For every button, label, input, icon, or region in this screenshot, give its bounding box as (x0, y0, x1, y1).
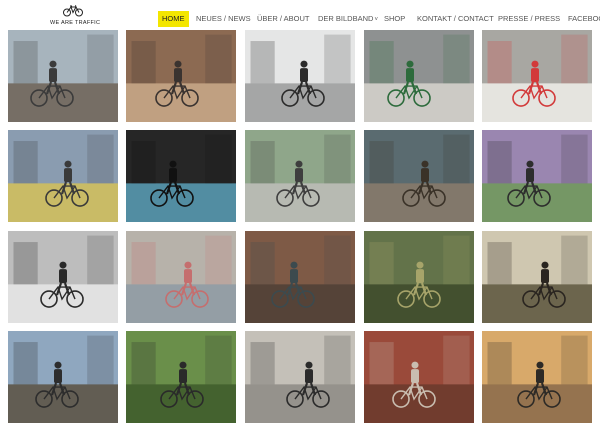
photo-image (126, 30, 236, 122)
photo-image (364, 130, 474, 222)
gallery-photo-rider-on-bridge-stairs[interactable] (126, 30, 236, 122)
gallery-photo-forest-rider-splash[interactable] (364, 231, 474, 323)
gallery-photo-man-lifting-bike-dark[interactable] (126, 130, 236, 222)
gallery-photo-rider-sunlit-room[interactable] (482, 331, 592, 423)
photo-image (126, 130, 236, 222)
photo-image (8, 130, 118, 222)
gallery-photo-rider-sitting-park[interactable] (245, 130, 355, 222)
photo-gallery-grid (0, 0, 600, 423)
gallery-photo-man-sitting-harbor[interactable] (8, 331, 118, 423)
photo-image (245, 130, 355, 222)
photo-image (8, 231, 118, 323)
gallery-photo-city-street-with-tv-tower[interactable] (8, 30, 118, 122)
photo-image (482, 30, 592, 122)
photo-image (364, 30, 474, 122)
gallery-photo-brick-building[interactable] (364, 331, 474, 423)
gallery-photo-man-reclined-bike[interactable] (126, 331, 236, 423)
photo-image (482, 331, 592, 423)
photo-image (364, 331, 474, 423)
photo-image (126, 231, 236, 323)
gallery-photo-rider-graffiti-building[interactable] (126, 231, 236, 323)
photo-image (8, 30, 118, 122)
photo-image (245, 30, 355, 122)
gallery-photo-rider-on-rail-tracks[interactable] (364, 130, 474, 222)
gallery-photo-rider-sunlit-trees[interactable] (482, 231, 592, 323)
photo-image (8, 331, 118, 423)
photo-image (245, 231, 355, 323)
gallery-photo-silhouette-rider-station[interactable] (8, 231, 118, 323)
gallery-photo-rider-colorful-mural[interactable] (8, 130, 118, 222)
gallery-photo-rider-graffiti-wall[interactable] (364, 30, 474, 122)
gallery-photo-man-cargo-bike-street[interactable] (245, 331, 355, 423)
photo-image (245, 331, 355, 423)
photo-image (482, 130, 592, 222)
gallery-photo-trick-rider-jump[interactable] (245, 30, 355, 122)
photo-image (364, 231, 474, 323)
gallery-photo-man-with-bike-lilac[interactable] (482, 130, 592, 222)
gallery-photo-canal-brick-building[interactable] (245, 231, 355, 323)
photo-image (126, 331, 236, 423)
gallery-photo-graffiti-sidewalk-rider[interactable] (482, 30, 592, 122)
photo-image (482, 231, 592, 323)
